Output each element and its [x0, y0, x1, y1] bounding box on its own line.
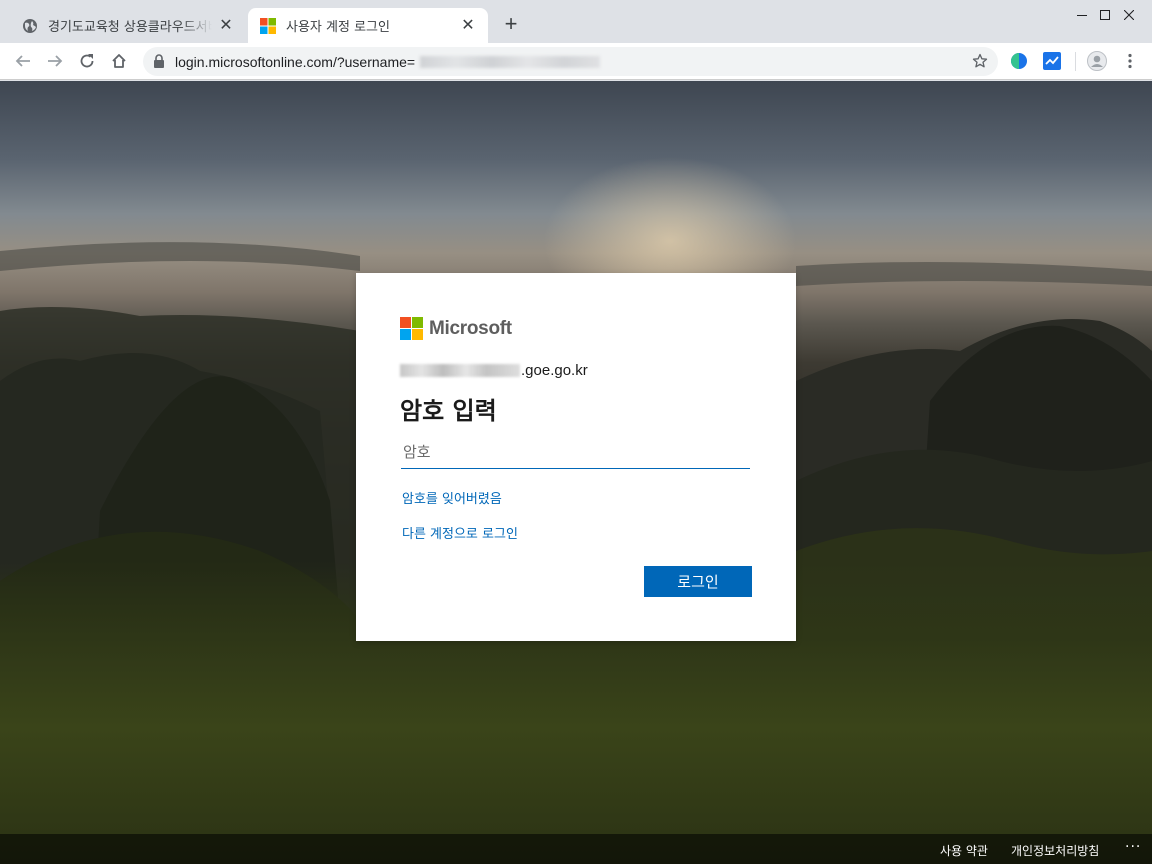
extension-chart-icon[interactable] [1043, 52, 1061, 70]
brand-name: Microsoft [429, 317, 512, 339]
page-footer: 사용 약관 개인정보처리방침 ··· [0, 834, 1152, 864]
address-url: login.microsoftonline.com/?username= [175, 54, 416, 70]
account-domain: .goe.go.kr [521, 362, 588, 379]
reload-icon [80, 54, 94, 68]
other-account-link[interactable]: 다른 계정으로 로그인 [402, 523, 518, 542]
forgot-password-link[interactable]: 암호를 잊어버렸음 [402, 488, 502, 507]
tab-microsoft-login[interactable]: 사용자 계정 로그인 ✕ [248, 8, 488, 43]
sign-in-button[interactable]: 로그인 [644, 566, 752, 597]
microsoft-logo-icon [260, 17, 276, 34]
tab-goe-cloud[interactable]: 경기도교육청 상용클라우드서비스 ✕ [10, 8, 246, 43]
extension-circle-icon[interactable] [1010, 52, 1028, 70]
microsoft-squares-icon [400, 317, 423, 340]
back-button[interactable] [11, 49, 35, 73]
forward-arrow-icon [48, 55, 63, 67]
close-icon [1124, 10, 1134, 20]
back-arrow-icon [15, 55, 30, 67]
tab-title: 경기도교육청 상용클라우드서비스 [48, 20, 212, 35]
bookmark-star-icon[interactable] [972, 53, 988, 69]
account-name-redacted [400, 364, 520, 377]
globe-icon [23, 18, 37, 33]
page-viewport: Microsoft .goe.go.kr 암호 입력 암호를 잊어버렸음 다른 … [0, 81, 1152, 864]
login-card: Microsoft .goe.go.kr 암호 입력 암호를 잊어버렸음 다른 … [356, 273, 796, 641]
browser-toolbar: login.microsoftonline.com/?username= [0, 43, 1152, 80]
home-icon [112, 54, 126, 68]
microsoft-logo: Microsoft [400, 317, 512, 340]
home-button[interactable] [107, 49, 131, 73]
account-identity[interactable]: .goe.go.kr [400, 362, 588, 379]
terms-of-use-link[interactable]: 사용 약관 [940, 842, 988, 859]
profile-avatar-icon[interactable] [1087, 51, 1107, 71]
close-tab-icon[interactable]: ✕ [460, 17, 476, 34]
address-url-redacted [420, 56, 600, 68]
footer-more-button[interactable]: ··· [1125, 839, 1141, 855]
reload-button[interactable] [75, 49, 99, 73]
password-input[interactable] [401, 437, 750, 469]
lock-icon[interactable] [153, 54, 165, 68]
forward-button[interactable] [43, 49, 67, 73]
address-bar[interactable]: login.microsoftonline.com/?username= [143, 47, 998, 76]
close-window-button[interactable] [1106, 0, 1152, 30]
tab-title: 사용자 계정 로그인 [286, 20, 390, 35]
new-tab-button[interactable]: + [499, 13, 523, 37]
close-tab-icon[interactable]: ✕ [218, 17, 234, 34]
toolbar-divider [1075, 52, 1076, 71]
more-menu-icon[interactable] [1121, 52, 1139, 70]
page-title: 암호 입력 [400, 397, 497, 425]
tab-strip: 경기도교육청 상용클라우드서비스 ✕ 사용자 계정 로그인 ✕ + [0, 0, 1152, 43]
privacy-policy-link[interactable]: 개인정보처리방침 [1011, 842, 1099, 859]
